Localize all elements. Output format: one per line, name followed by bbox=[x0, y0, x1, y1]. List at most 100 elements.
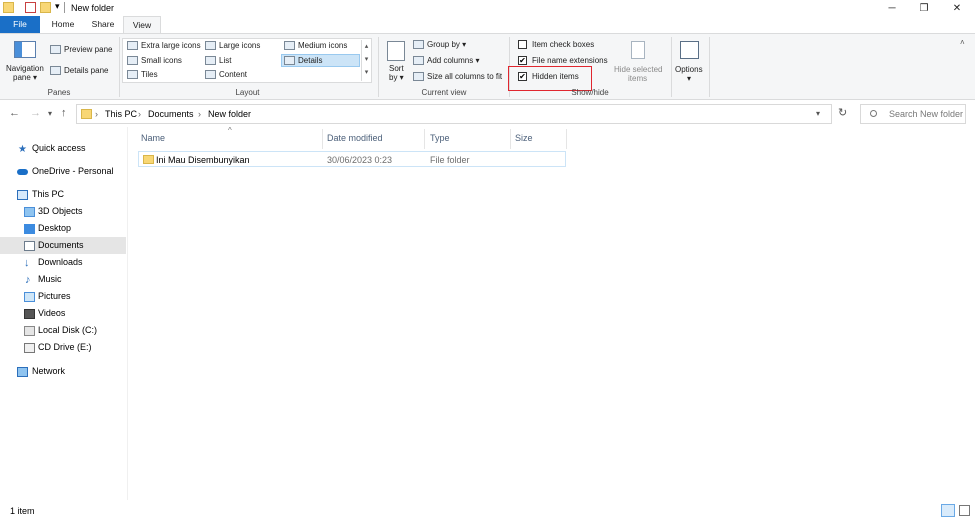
add-columns-button[interactable]: Add columns ▾ bbox=[427, 56, 479, 65]
nav-item-desktop[interactable]: Desktop bbox=[0, 220, 126, 237]
layout-gallery-scrollbar[interactable]: ▴ ▾ ▾ bbox=[361, 40, 371, 81]
file-name-extensions-label[interactable]: File name extensions bbox=[532, 56, 608, 65]
nav-item-onedrive[interactable]: OneDrive - Personal bbox=[0, 163, 126, 180]
collapse-ribbon-icon[interactable]: ˄ bbox=[960, 38, 965, 47]
column-header-type[interactable]: Type bbox=[430, 133, 450, 143]
ribbon-separator bbox=[378, 37, 379, 97]
properties-icon[interactable] bbox=[25, 2, 36, 13]
list-icon bbox=[205, 56, 216, 65]
music-note-icon: ♪ bbox=[25, 274, 31, 286]
file-name: Ini Mau Disembunyikan bbox=[156, 155, 250, 165]
nav-item-label: Music bbox=[38, 274, 62, 284]
file-name-extensions-checkbox[interactable]: ✔ bbox=[518, 56, 527, 65]
small-icons-option[interactable]: Small icons bbox=[141, 56, 182, 65]
breadcrumb-documents[interactable]: Documents bbox=[148, 109, 194, 119]
up-button[interactable]: ↑ bbox=[61, 107, 67, 119]
hide-selected-items-button[interactable]: Hide selected bbox=[614, 65, 662, 74]
breadcrumb-new-folder[interactable]: New folder bbox=[208, 109, 251, 119]
address-dropdown-button[interactable]: ▾ bbox=[816, 109, 820, 118]
column-divider[interactable] bbox=[510, 129, 511, 149]
nav-item-this-pc[interactable]: This PC bbox=[0, 186, 126, 203]
group-by-button[interactable]: Group by ▾ bbox=[427, 40, 466, 49]
details-option[interactable]: Details bbox=[298, 56, 322, 65]
tab-file[interactable]: File bbox=[0, 16, 40, 33]
search-input[interactable]: Search New folder bbox=[889, 109, 963, 119]
column-divider[interactable] bbox=[322, 129, 323, 149]
search-icon bbox=[870, 110, 877, 117]
nav-item-pictures[interactable]: Pictures bbox=[0, 288, 126, 305]
breadcrumb-separator[interactable]: › bbox=[198, 109, 201, 119]
nav-item-network[interactable]: Network bbox=[0, 363, 126, 380]
nav-item-label: Videos bbox=[38, 308, 66, 318]
network-icon bbox=[17, 367, 28, 377]
list-option[interactable]: List bbox=[219, 56, 231, 65]
group-by-icon bbox=[413, 40, 424, 49]
nav-item-videos[interactable]: Videos bbox=[0, 305, 126, 322]
close-button[interactable]: ✕ bbox=[942, 0, 972, 16]
navigation-pane-icon bbox=[14, 41, 36, 58]
address-bar[interactable]: › This PC › Documents › New folder ▾ bbox=[76, 104, 832, 124]
navigation-pane-dropdown[interactable]: pane ▾ bbox=[13, 73, 37, 82]
options-dropdown[interactable]: ▾ bbox=[687, 74, 691, 83]
content-option[interactable]: Content bbox=[219, 70, 247, 79]
details-view-icon[interactable] bbox=[941, 504, 955, 517]
recent-locations-button[interactable]: ▾ bbox=[48, 109, 52, 118]
status-bar: 1 item bbox=[0, 503, 975, 520]
column-header-name[interactable]: Name bbox=[141, 133, 165, 143]
large-icons-icon bbox=[205, 41, 216, 50]
column-header-size[interactable]: Size bbox=[515, 133, 533, 143]
tiles-option[interactable]: Tiles bbox=[141, 70, 158, 79]
file-row[interactable]: Ini Mau Disembunyikan 30/06/2023 0:23 Fi… bbox=[138, 151, 566, 167]
tab-home[interactable]: Home bbox=[46, 16, 80, 33]
nav-item-downloads[interactable]: ↓ Downloads bbox=[0, 254, 126, 271]
nav-item-music[interactable]: ♪ Music bbox=[0, 271, 126, 288]
tab-share[interactable]: Share bbox=[86, 16, 120, 33]
nav-item-documents[interactable]: Documents bbox=[0, 237, 126, 254]
nav-item-label: 3D Objects bbox=[38, 206, 83, 216]
refresh-button[interactable]: ↻ bbox=[838, 106, 847, 119]
nav-item-cd-drive[interactable]: CD Drive (E:) bbox=[0, 339, 126, 356]
forward-button[interactable]: → bbox=[30, 107, 41, 119]
breadcrumb-separator[interactable]: › bbox=[138, 109, 141, 119]
size-all-columns-button[interactable]: Size all columns to fit bbox=[427, 72, 502, 81]
large-icons-view-icon[interactable] bbox=[959, 505, 970, 516]
sort-by-icon bbox=[387, 41, 405, 61]
nav-item-quick-access[interactable]: ★ Quick access bbox=[0, 140, 126, 157]
title-divider bbox=[64, 2, 65, 13]
details-pane-button[interactable]: Details pane bbox=[64, 66, 108, 75]
sort-by-button[interactable]: Sort bbox=[389, 64, 404, 73]
options-button[interactable]: Options bbox=[675, 65, 703, 74]
size-columns-icon bbox=[413, 72, 424, 81]
large-icons-option[interactable]: Large icons bbox=[219, 41, 260, 50]
nav-item-local-disk[interactable]: Local Disk (C:) bbox=[0, 322, 126, 339]
new-folder-icon[interactable] bbox=[40, 2, 51, 13]
extra-large-icons-option[interactable]: Extra large icons bbox=[141, 41, 201, 50]
document-icon bbox=[24, 241, 35, 251]
customize-toolbar-icon[interactable]: ▾ bbox=[55, 1, 60, 12]
medium-icons-option[interactable]: Medium icons bbox=[298, 41, 347, 50]
hide-selected-icon bbox=[631, 41, 645, 59]
tab-view[interactable]: View bbox=[123, 16, 161, 33]
column-header-date-modified[interactable]: Date modified bbox=[327, 133, 383, 143]
column-divider[interactable] bbox=[566, 129, 567, 149]
download-arrow-icon: ↓ bbox=[24, 257, 30, 269]
content-icon bbox=[205, 70, 216, 79]
breadcrumb-separator[interactable]: › bbox=[95, 109, 98, 119]
column-divider[interactable] bbox=[424, 129, 425, 149]
pane-splitter[interactable] bbox=[127, 127, 128, 500]
preview-pane-button[interactable]: Preview pane bbox=[64, 45, 112, 54]
film-icon bbox=[24, 309, 35, 319]
breadcrumb-this-pc[interactable]: This PC bbox=[105, 109, 137, 119]
item-check-boxes-label[interactable]: Item check boxes bbox=[532, 40, 594, 49]
cube-icon bbox=[24, 207, 35, 217]
item-check-boxes-checkbox[interactable] bbox=[518, 40, 527, 49]
search-box[interactable]: Search New folder bbox=[860, 104, 966, 124]
navigation-pane-button[interactable]: Navigation bbox=[6, 64, 44, 73]
nav-item-3d-objects[interactable]: 3D Objects bbox=[0, 203, 126, 220]
nav-item-label: Downloads bbox=[38, 257, 83, 267]
sort-by-dropdown[interactable]: by ▾ bbox=[389, 73, 404, 82]
maximize-button[interactable]: ❐ bbox=[909, 0, 939, 16]
minimize-button[interactable]: ─ bbox=[877, 0, 907, 16]
back-button[interactable]: ← bbox=[9, 107, 20, 119]
title-bar: ▾ New folder ─ ❐ ✕ bbox=[0, 0, 975, 16]
